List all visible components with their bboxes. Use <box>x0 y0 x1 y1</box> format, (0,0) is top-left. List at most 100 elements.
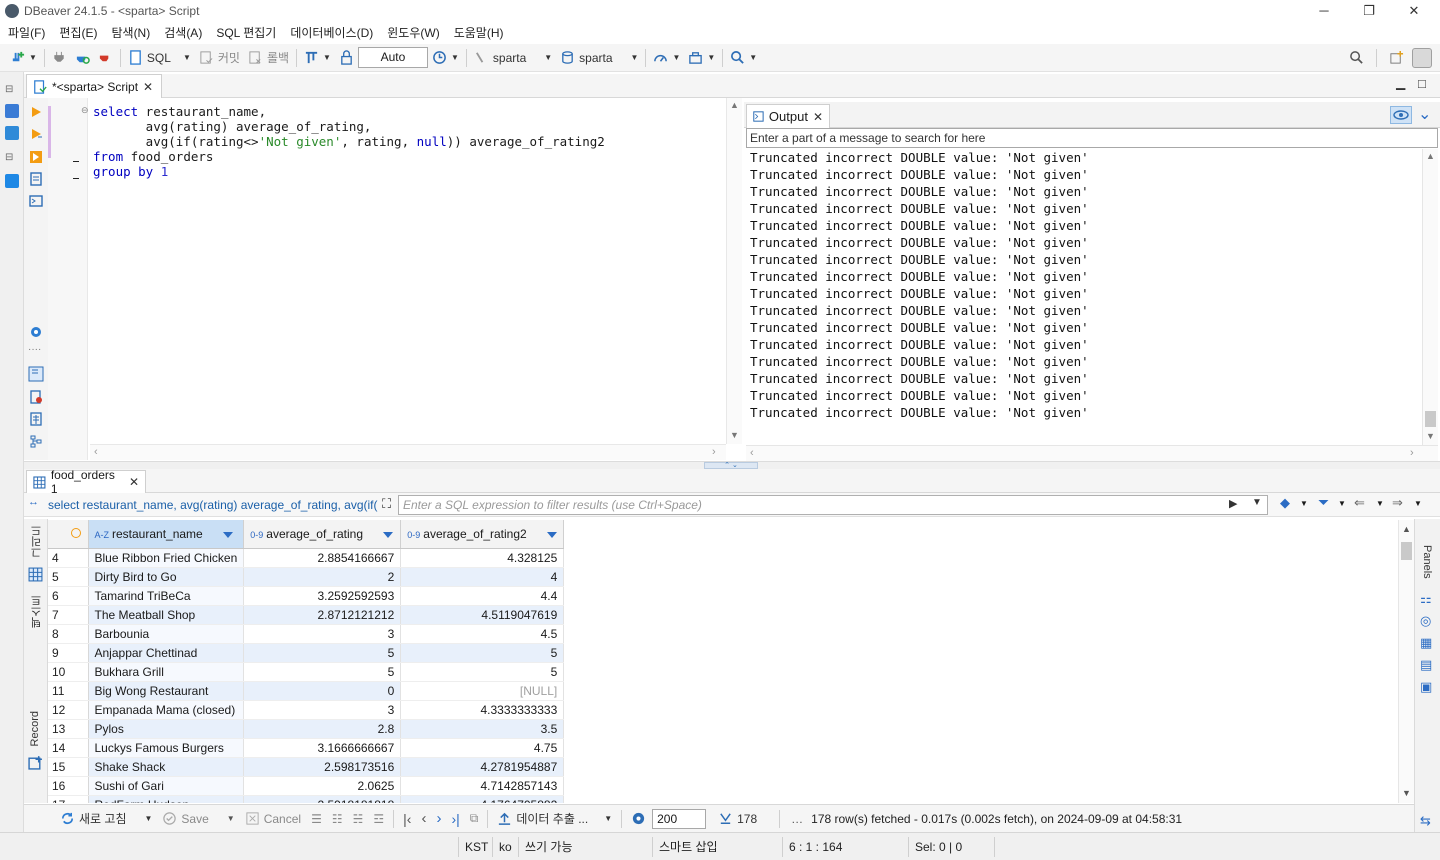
row-number-cell[interactable]: 4 <box>48 548 89 568</box>
output-search-field[interactable] <box>746 128 1438 148</box>
scroll-right-icon[interactable]: › <box>1410 447 1414 459</box>
row-number-cell[interactable]: 5 <box>48 567 89 587</box>
metadata-panel-icon[interactable]: ◎ <box>1420 613 1431 629</box>
calc-panel-icon[interactable]: ▤ <box>1420 657 1432 673</box>
close-icon[interactable]: ✕ <box>813 110 823 124</box>
filter-icon[interactable]: ⏷ <box>1318 494 1329 511</box>
output-vertical-scrollbar[interactable]: ▲ ▼ <box>1422 149 1438 445</box>
explain-plan-icon[interactable] <box>29 172 43 186</box>
average-of-rating-cell[interactable]: 2.0625 <box>243 776 402 796</box>
history-button[interactable]: ▼ <box>428 47 463 69</box>
transaction-mode-field[interactable]: Auto <box>357 47 428 68</box>
average-of-rating2-cell[interactable]: 4.7142857143 <box>400 776 565 796</box>
column-header-average-of-rating[interactable]: 0-9 average_of_rating <box>243 520 402 549</box>
minimize-editor-button[interactable]: ▁ <box>1396 76 1405 90</box>
fetch-all-button[interactable]: ⧉ <box>466 808 483 830</box>
average-of-rating-cell[interactable]: 3 <box>243 624 402 644</box>
average-of-rating-cell[interactable]: 0 <box>243 681 402 701</box>
record-icon[interactable] <box>28 755 43 770</box>
average-of-rating2-cell[interactable]: 4 <box>400 567 565 587</box>
dbeaver-perspective-button[interactable] <box>1408 47 1436 69</box>
table-row[interactable]: 6 Tamarind TriBeCa 3.2592592593 4.4 <box>48 586 565 606</box>
restaurant-name-cell[interactable]: Dirty Bird to Go <box>88 567 245 587</box>
average-of-rating2-cell[interactable]: 3.5 <box>400 719 565 739</box>
save-button[interactable]: Save ▼ <box>158 808 238 830</box>
file-export-icon[interactable] <box>29 390 43 404</box>
scroll-up-icon[interactable]: ▲ <box>730 100 739 110</box>
average-of-rating-cell[interactable]: 3.1666666667 <box>243 738 402 758</box>
scroll-up-icon[interactable]: ▲ <box>1426 151 1435 161</box>
tab-sparta-script[interactable]: *<sparta> Script ✕ <box>26 74 162 98</box>
row-number-cell[interactable]: 10 <box>48 662 89 682</box>
restore-icon[interactable]: ⊟ <box>5 84 13 95</box>
row-number-cell[interactable]: 17 <box>48 795 89 803</box>
grouping-panel-icon[interactable]: ▦ <box>1420 635 1432 651</box>
average-of-rating-cell[interactable]: 3 <box>243 700 402 720</box>
row-count-button[interactable]: 178 <box>714 808 761 830</box>
chevron-down-icon[interactable]: ▼ <box>1338 499 1346 508</box>
tools-button[interactable]: ▼ <box>684 47 719 69</box>
expand-query-icon[interactable]: ⛶ <box>382 496 391 512</box>
row-number-cell[interactable]: 6 <box>48 586 89 606</box>
scroll-up-icon[interactable]: ▲ <box>1402 524 1411 534</box>
restore-icon[interactable]: ⊟ <box>5 152 13 163</box>
editor-vertical-scrollbar[interactable]: ▲ ▼ <box>726 98 742 444</box>
row-number-cell[interactable]: 14 <box>48 738 89 758</box>
close-icon[interactable]: ✕ <box>143 80 153 94</box>
scroll-left-icon[interactable]: ‹ <box>750 447 754 459</box>
scroll-left-icon[interactable]: ‹ <box>94 446 98 458</box>
grid-view-label[interactable]: 그리드 <box>29 525 45 558</box>
restaurant-name-cell[interactable]: Blue Ribbon Fried Chicken <box>88 548 245 568</box>
table-row[interactable]: 8 Barbounia 3 4.5 <box>48 624 565 644</box>
filter-history-icon[interactable]: ▼ <box>1252 497 1262 508</box>
close-icon[interactable]: ✕ <box>129 475 139 489</box>
table-row[interactable]: 16 Sushi of Gari 2.0625 4.7142857143 <box>48 776 565 796</box>
table-row[interactable]: 13 Pylos 2.8 3.5 <box>48 719 565 739</box>
sql-editor-button[interactable]: SQL ▼ <box>124 47 195 69</box>
close-window-button[interactable]: ✕ <box>1392 1 1436 21</box>
restaurant-name-cell[interactable]: Bukhara Grill <box>88 662 245 682</box>
menu-file[interactable]: 파일(F) <box>1 23 52 43</box>
delete-row-button[interactable]: ☲ <box>369 808 388 830</box>
text-view-label[interactable]: 텍스트 <box>29 595 45 628</box>
more-icon[interactable]: ···· <box>28 344 41 355</box>
filter-expression-field[interactable] <box>398 495 1268 515</box>
refresh-button[interactable]: 새로 고침 ▼ <box>56 808 156 830</box>
copy-row-button[interactable]: ☵ <box>349 808 368 830</box>
dashboard-button[interactable]: ▼ <box>649 47 684 69</box>
restaurant-name-cell[interactable]: Luckys Famous Burgers <box>88 738 245 758</box>
average-of-rating2-cell[interactable]: 4.328125 <box>400 548 565 568</box>
menu-window[interactable]: 윈도우(W) <box>380 23 446 43</box>
average-of-rating2-cell[interactable]: 5 <box>400 662 565 682</box>
average-of-rating-cell[interactable]: 3.2592592593 <box>243 586 402 606</box>
apply-filter-icon[interactable]: ▶ <box>1229 497 1237 510</box>
menu-search[interactable]: 검색(A) <box>157 23 209 43</box>
transaction-mode-button[interactable]: ▼ <box>300 47 335 69</box>
table-row[interactable]: 12 Empanada Mama (closed) 3 4.3333333333 <box>48 700 565 720</box>
panels-label[interactable]: Panels <box>1421 545 1433 579</box>
terminal-icon[interactable] <box>29 194 43 208</box>
record-view-label[interactable]: Record <box>29 711 41 746</box>
average-of-rating2-cell[interactable]: 5 <box>400 643 565 663</box>
forward-arrow-icon[interactable]: ⇒ <box>1392 495 1403 511</box>
average-of-rating2-cell[interactable]: 4.1764705882 <box>400 795 565 803</box>
code-line[interactable]: select restaurant_name, <box>93 104 266 119</box>
new-connection-button[interactable]: ▼ <box>6 47 41 69</box>
panel-splitter[interactable]: ⌃ ⌄ <box>24 461 1440 469</box>
disconnect-button[interactable] <box>94 47 117 69</box>
grid-icon[interactable] <box>28 567 43 582</box>
export-data-button[interactable]: 데이터 추출 ... ▼ <box>493 808 616 830</box>
row-number-header[interactable] <box>48 520 89 549</box>
references-panel-icon[interactable]: ▣ <box>1420 679 1432 695</box>
scroll-thumb[interactable] <box>1401 542 1412 560</box>
menu-sql-editor[interactable]: SQL 편집기 <box>209 23 283 43</box>
restaurant-name-cell[interactable]: Shake Shack <box>88 757 245 777</box>
rollback-button[interactable]: 롤백 <box>244 47 293 69</box>
sql-query-preview[interactable]: select restaurant_name, avg(rating) aver… <box>48 495 400 515</box>
restaurant-name-cell[interactable]: Pylos <box>88 719 245 739</box>
menu-database[interactable]: 데이터베이스(D) <box>283 23 380 43</box>
output-horizontal-scrollbar[interactable]: ‹ › <box>746 445 1438 461</box>
scroll-down-icon[interactable]: ▼ <box>1426 431 1435 441</box>
outline-tree-icon[interactable] <box>29 434 43 448</box>
average-of-rating2-cell[interactable]: 4.2781954887 <box>400 757 565 777</box>
